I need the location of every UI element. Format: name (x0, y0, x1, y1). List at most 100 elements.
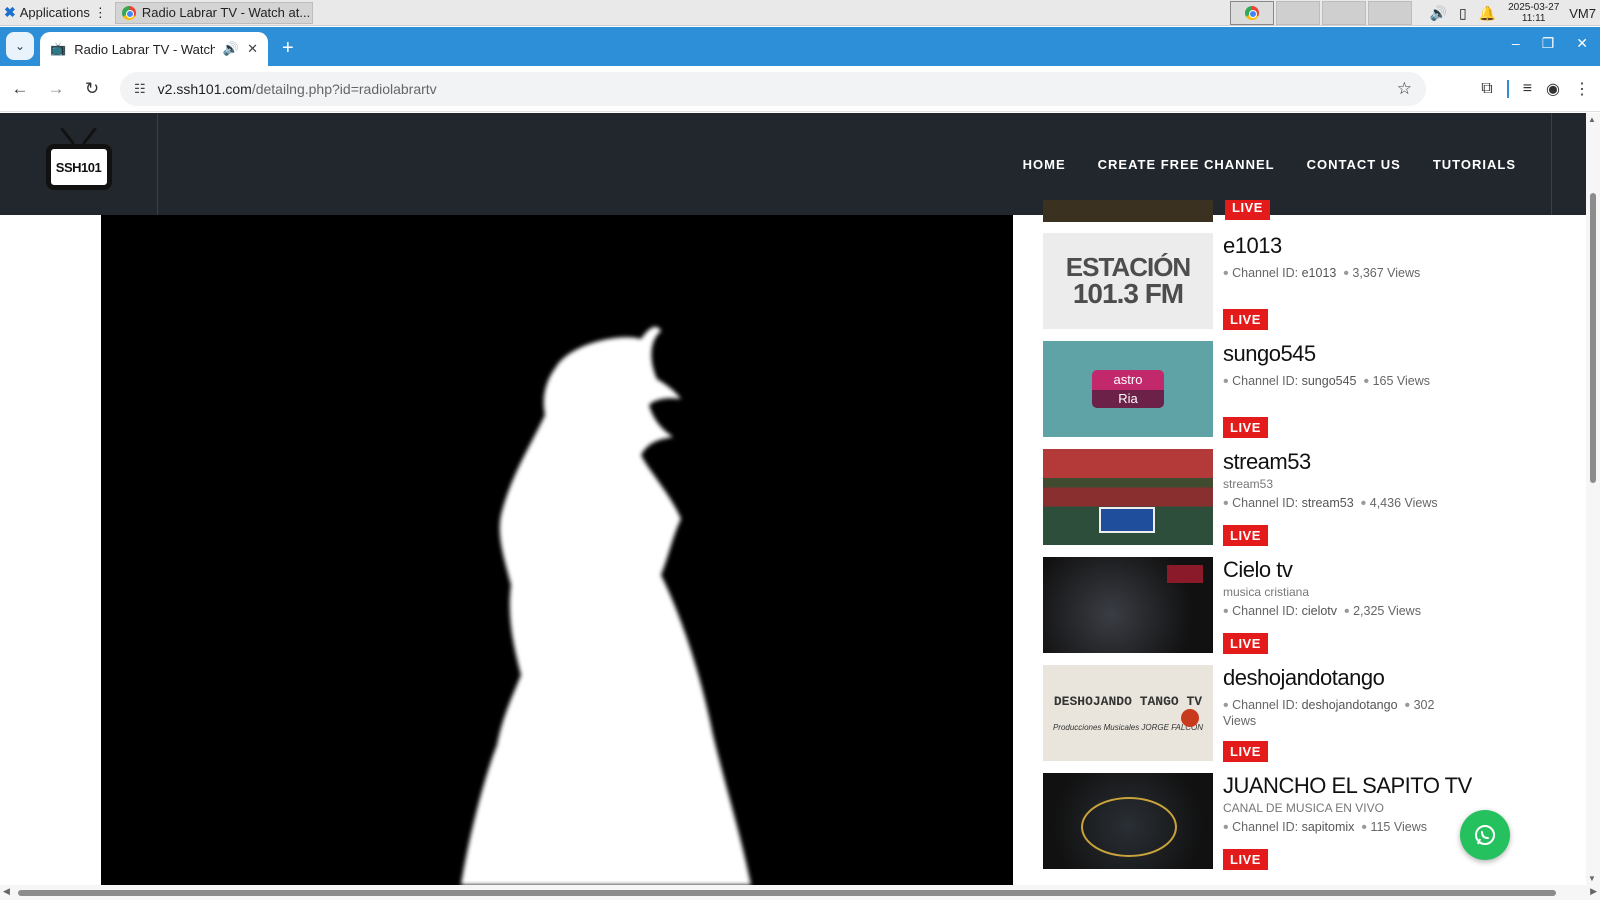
channel-id: cielotv (1301, 604, 1338, 618)
tab-close-icon[interactable]: ✕ (247, 41, 258, 57)
channel-title[interactable]: Cielo tv (1223, 557, 1463, 583)
kebab-menu-icon[interactable]: ⋮ (1574, 79, 1590, 99)
back-button[interactable]: ← (2, 71, 38, 107)
clock-time: 11:11 (1521, 13, 1546, 24)
battery-icon[interactable]: ▯ (1459, 5, 1467, 22)
audio-playing-icon[interactable]: 🔊 (223, 41, 239, 57)
live-badge: LIVE (1223, 417, 1268, 438)
channel-thumbnail[interactable]: astro Ria (1043, 341, 1213, 437)
views-count: 4,436 (1369, 496, 1402, 510)
notification-bell-icon[interactable]: 🔔 (1479, 5, 1496, 22)
profile-icon[interactable]: ◉ (1546, 79, 1560, 99)
channel-item-sapitomix[interactable]: JUANCHO EL SAPITO TV CANAL DE MUSICA EN … (1043, 773, 1503, 881)
reload-icon: ↻ (84, 78, 100, 98)
scroll-up-icon[interactable]: ▲ (1588, 115, 1596, 124)
browser-tabstrip: ⌄ 📺 Radio Labrar TV - Watch 🔊 ✕ + – ❐ ✕ (0, 27, 1600, 66)
arrow-right-icon: → (47, 78, 65, 98)
thumb-text: astro (1113, 372, 1143, 387)
os-taskbar: ✖ Applications ⋮ Radio Labrar TV - Watch… (0, 0, 1600, 26)
channel-thumbnail[interactable] (1043, 449, 1213, 545)
channel-thumbnail[interactable]: DESHOJANDO TANGO TV Producciones Musical… (1043, 665, 1213, 761)
channel-id-label: Channel ID: (1232, 266, 1299, 280)
channel-thumbnail[interactable]: ESTACIÓN 101.3 FM (1043, 233, 1213, 329)
horizontal-scrollbar[interactable]: ◀ ▶ (0, 885, 1600, 900)
whatsapp-button[interactable] (1460, 810, 1510, 860)
live-badge: LIVE (1223, 633, 1268, 654)
scroll-left-icon[interactable]: ◀ (3, 886, 10, 897)
views-label: Views (1387, 604, 1421, 618)
restore-icon[interactable]: ❐ (1542, 35, 1555, 52)
scroll-down-icon[interactable]: ▼ (1588, 874, 1596, 883)
channel-title[interactable]: JUANCHO EL SAPITO TV (1223, 773, 1472, 799)
video-player[interactable] (101, 215, 1013, 885)
live-badge: LIVE (1223, 849, 1268, 870)
tab-radio-labrar[interactable]: 📺 Radio Labrar TV - Watch 🔊 ✕ (40, 32, 268, 66)
tab-search-button[interactable]: ⌄ (6, 32, 34, 60)
channel-title[interactable]: deshojandotango (1223, 665, 1463, 691)
bookmark-star-icon[interactable]: ☆ (1397, 79, 1412, 99)
nav-contact-us[interactable]: CONTACT US (1307, 157, 1401, 172)
channel-title[interactable]: sungo545 (1223, 341, 1463, 367)
minimize-icon[interactable]: – (1512, 35, 1520, 52)
views-count: 165 (1372, 374, 1394, 388)
channel-thumbnail[interactable] (1043, 200, 1213, 222)
reload-button[interactable]: ↻ (74, 71, 110, 107)
channel-id-label: Channel ID: (1232, 496, 1299, 510)
channel-id-label: Channel ID: (1232, 604, 1299, 618)
channel-item-cielotv[interactable]: Cielo tv musica cristiana • Channel ID: … (1043, 557, 1503, 665)
views-label: Views (1404, 496, 1438, 510)
channel-id-label: Channel ID: (1232, 698, 1299, 712)
channel-item-deshojandotango[interactable]: DESHOJANDO TANGO TV Producciones Musical… (1043, 665, 1503, 773)
scroll-right-icon[interactable]: ▶ (1590, 886, 1597, 897)
channel-meta: • Channel ID: sungo545 • 165 Views (1223, 373, 1431, 390)
media-controls-icon[interactable]: ≡ (1523, 80, 1532, 98)
channel-thumbnail[interactable] (1043, 773, 1213, 869)
workspace-4[interactable] (1367, 1, 1412, 25)
site-logo[interactable]: SSH101 (0, 113, 158, 215)
workspace-2[interactable] (1275, 1, 1320, 25)
channel-meta: • Channel ID: stream53 • 4,436 Views (1223, 495, 1438, 512)
workspace-3[interactable] (1321, 1, 1366, 25)
views-count: 302 (1413, 698, 1435, 712)
applications-menu[interactable]: ✖ Applications ⋮ (0, 0, 111, 26)
channel-item-e1013[interactable]: ESTACIÓN 101.3 FM e1013 • Channel ID: e1… (1043, 233, 1503, 341)
channel-thumbnail[interactable] (1043, 557, 1213, 653)
channel-item-sungo545[interactable]: astro Ria sungo545 • Channel ID: sungo545… (1043, 341, 1503, 449)
channel-item-stream53[interactable]: stream53 stream53 • Channel ID: stream53… (1043, 449, 1503, 557)
forward-button[interactable]: → (38, 71, 74, 107)
channel-list: LIVE ESTACIÓN 101.3 FM e1013 • Channel I… (1043, 200, 1503, 885)
nav-create-free-channel[interactable]: CREATE FREE CHANNEL (1098, 157, 1275, 172)
channel-description: musica cristiana (1223, 585, 1310, 599)
nav-tutorials[interactable]: TUTORIALS (1433, 157, 1516, 172)
channel-title[interactable]: e1013 (1223, 233, 1463, 259)
list-item-partial[interactable]: LIVE (1043, 200, 1503, 222)
nav-home[interactable]: HOME (1023, 157, 1066, 172)
taskbar-window-title: Radio Labrar TV - Watch at... (141, 5, 311, 20)
channel-id: deshojandotango (1301, 698, 1398, 712)
channel-id: e1013 (1301, 266, 1337, 280)
channel-description: stream53 (1223, 477, 1274, 491)
chevron-down-icon: ⌄ (14, 39, 26, 53)
scroll-thumb[interactable] (1590, 193, 1596, 483)
scroll-thumb[interactable] (18, 890, 1556, 896)
window-close-icon[interactable]: ✕ (1576, 35, 1588, 52)
channel-meta: • Channel ID: cielotv • 2,325 Views (1223, 603, 1421, 620)
channel-id-label: Channel ID: (1232, 820, 1299, 834)
channel-title[interactable]: stream53 (1223, 449, 1463, 475)
vertical-scrollbar[interactable]: ▲ ▼ (1586, 113, 1600, 885)
url-path: /detailng.php?id=radiolabrartv (251, 81, 437, 97)
workspace-1[interactable] (1229, 1, 1274, 25)
site-info-icon[interactable]: ☷ (134, 81, 146, 97)
new-tab-button[interactable]: + (282, 37, 294, 60)
address-bar[interactable]: ☷ v2.ssh101.com/detailng.php?id=radiolab… (120, 72, 1426, 106)
views-count: 2,325 (1353, 604, 1385, 618)
site-favicon-icon: 📺 (50, 41, 67, 56)
extensions-icon[interactable]: ⧉ (1481, 80, 1492, 98)
channel-id: sungo545 (1301, 374, 1357, 388)
volume-icon[interactable]: 🔊 (1430, 5, 1447, 22)
clock[interactable]: 2025-03-27 11:11 (1508, 2, 1559, 24)
channel-description: CANAL DE MUSICA EN VIVO (1223, 801, 1384, 815)
thumb-text: Ria (1118, 391, 1138, 406)
host-label: VM7 (1569, 5, 1596, 21)
taskbar-window-button[interactable]: Radio Labrar TV - Watch at... (114, 1, 313, 24)
